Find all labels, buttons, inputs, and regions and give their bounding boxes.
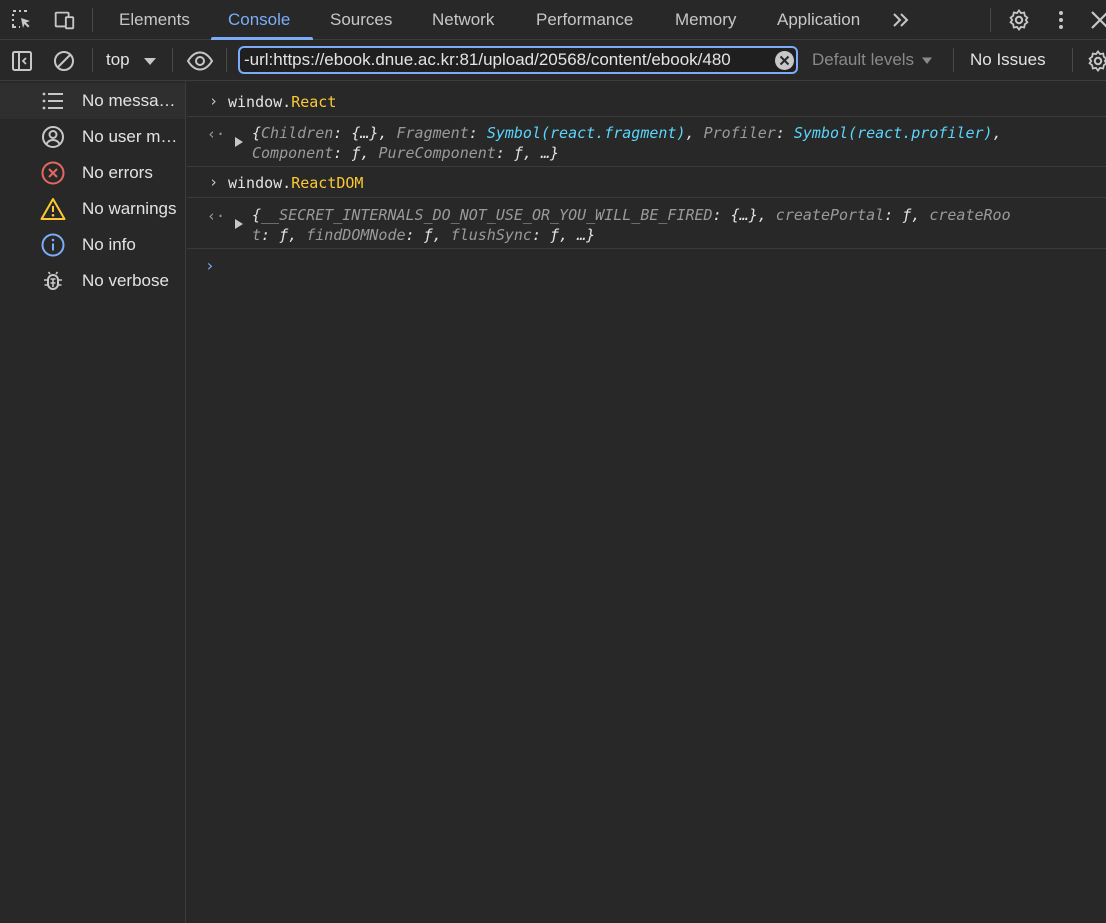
property-key: Component bbox=[252, 144, 334, 162]
property-key: Profiler bbox=[703, 124, 776, 142]
clear-console-icon[interactable] bbox=[52, 49, 76, 73]
property-key: Children bbox=[261, 124, 334, 142]
toggle-sidebar-icon[interactable] bbox=[10, 49, 34, 73]
clear-filter-icon[interactable] bbox=[775, 51, 794, 70]
punctuation: { bbox=[252, 124, 262, 142]
dropdown-arrow-icon bbox=[921, 57, 932, 64]
log-levels-label: Default levels bbox=[812, 50, 915, 69]
divider bbox=[92, 8, 93, 32]
punctuation: : ƒ, …} bbox=[531, 226, 596, 244]
punctuation: : ƒ, bbox=[261, 226, 307, 244]
property-key: Fragment bbox=[396, 124, 469, 142]
console-input-text[interactable]: window.ReactDOM bbox=[228, 174, 363, 192]
list-icon bbox=[40, 89, 66, 113]
property-key: t bbox=[252, 226, 262, 244]
info-icon bbox=[40, 233, 66, 257]
issues-counter[interactable]: No Issues bbox=[970, 40, 1046, 80]
console-sidebar: No messa… No user m… No errors No warnin… bbox=[0, 81, 186, 923]
sidebar-item-verbose[interactable]: No verbose bbox=[0, 263, 185, 299]
error-icon bbox=[40, 161, 66, 185]
divider bbox=[1072, 48, 1073, 72]
filter-input[interactable] bbox=[244, 48, 770, 72]
divider bbox=[953, 48, 954, 72]
sidebar-item-info[interactable]: No info bbox=[0, 227, 185, 263]
result-line[interactable]: {__SECRET_INTERNALS_DO_NOT_USE_OR_YOU_WI… bbox=[252, 206, 1011, 224]
console-output: › window.React ‹· {Children: {…}, Fragme… bbox=[187, 81, 1106, 923]
sidebar-item-label: No errors bbox=[82, 163, 153, 182]
punctuation: , bbox=[992, 124, 1002, 142]
punctuation: : bbox=[468, 124, 487, 142]
console-input-text[interactable]: window.React bbox=[228, 93, 336, 111]
property-key: __SECRET_INTERNALS_DO_NOT_USE_OR_YOU_WIL… bbox=[261, 206, 713, 224]
tab-application[interactable]: Application bbox=[777, 0, 860, 40]
result-line[interactable]: t: ƒ, findDOMNode: ƒ, flushSync: ƒ, …} bbox=[252, 226, 595, 244]
punctuation: : ƒ, bbox=[884, 206, 930, 224]
more-options-kebab-icon[interactable] bbox=[1049, 8, 1073, 32]
devtools-tab-bar: Elements Console Sources Network Perform… bbox=[0, 0, 1106, 40]
sidebar-item-label: No info bbox=[82, 235, 136, 254]
user-icon bbox=[40, 125, 66, 149]
expand-triangle-icon[interactable] bbox=[235, 137, 243, 147]
punctuation: : {…}, bbox=[712, 206, 776, 224]
console-prompt-chevron-icon[interactable]: › bbox=[205, 256, 215, 275]
sidebar-item-label: No messa… bbox=[82, 91, 176, 110]
tab-performance[interactable]: Performance bbox=[536, 0, 633, 40]
filter-input-container bbox=[238, 46, 798, 74]
return-arrow-icon: ‹· bbox=[207, 207, 226, 225]
sidebar-item-label: No verbose bbox=[82, 271, 169, 290]
sidebar-item-warnings[interactable]: No warnings bbox=[0, 191, 185, 227]
symbol-value: Symbol(react.fragment) bbox=[486, 124, 686, 142]
live-expression-eye-icon[interactable] bbox=[186, 49, 214, 73]
divider bbox=[92, 48, 93, 72]
console-result-row: ‹· {Children: {…}, Fragment: Symbol(reac… bbox=[187, 117, 1106, 167]
divider bbox=[172, 48, 173, 72]
console-input-row: › window.ReactDOM bbox=[187, 168, 1106, 198]
punctuation: : ƒ, bbox=[405, 226, 451, 244]
return-arrow-icon: ‹· bbox=[207, 125, 226, 143]
sidebar-item-label: No user m… bbox=[82, 127, 178, 146]
punctuation: { bbox=[252, 206, 262, 224]
divider bbox=[226, 48, 227, 72]
tab-console[interactable]: Console bbox=[228, 0, 290, 40]
context-selector[interactable]: top bbox=[106, 40, 130, 80]
punctuation: : ƒ, bbox=[333, 144, 379, 162]
punctuation: , bbox=[685, 124, 704, 142]
tab-elements[interactable]: Elements bbox=[119, 0, 190, 40]
property-key: findDOMNode bbox=[306, 226, 406, 244]
expand-triangle-icon[interactable] bbox=[235, 219, 243, 229]
device-toolbar-icon[interactable] bbox=[52, 8, 76, 32]
warning-icon bbox=[40, 197, 66, 221]
dropdown-arrow-icon[interactable] bbox=[140, 49, 160, 73]
sidebar-item-errors[interactable]: No errors bbox=[0, 155, 185, 191]
inspect-element-icon[interactable] bbox=[10, 8, 34, 32]
input-chevron-icon: › bbox=[209, 173, 219, 191]
console-result-row: ‹· {__SECRET_INTERNALS_DO_NOT_USE_OR_YOU… bbox=[187, 198, 1106, 249]
result-line[interactable]: {Children: {…}, Fragment: Symbol(react.f… bbox=[252, 124, 1002, 142]
input-chevron-icon: › bbox=[209, 92, 219, 110]
console-input-row: › window.React bbox=[187, 88, 1106, 117]
property-key: createPortal bbox=[775, 206, 885, 224]
console-toolbar: top Default levels No Issues bbox=[0, 40, 1106, 81]
console-settings-gear-icon[interactable] bbox=[1086, 49, 1106, 73]
punctuation: : ƒ, …} bbox=[495, 144, 560, 162]
close-devtools-icon[interactable] bbox=[1088, 8, 1106, 32]
bug-icon bbox=[40, 269, 66, 293]
tab-sources[interactable]: Sources bbox=[330, 0, 392, 40]
more-tabs-chevron-icon[interactable] bbox=[889, 8, 913, 32]
sidebar-item-user-messages[interactable]: No user m… bbox=[0, 119, 185, 155]
result-line[interactable]: Component: ƒ, PureComponent: ƒ, …} bbox=[252, 144, 559, 162]
punctuation: : bbox=[775, 124, 794, 142]
property-key: PureComponent bbox=[378, 144, 496, 162]
divider bbox=[990, 8, 991, 32]
log-levels-dropdown[interactable]: Default levels bbox=[812, 40, 933, 80]
punctuation: : {…}, bbox=[333, 124, 397, 142]
sidebar-item-label: No warnings bbox=[82, 199, 177, 218]
tab-memory[interactable]: Memory bbox=[675, 0, 736, 40]
settings-gear-icon[interactable] bbox=[1007, 8, 1031, 32]
property-key: flushSync bbox=[450, 226, 532, 244]
tab-network[interactable]: Network bbox=[432, 0, 494, 40]
sidebar-item-messages[interactable]: No messa… bbox=[0, 83, 185, 119]
property-key: createRoo bbox=[929, 206, 1011, 224]
symbol-value: Symbol(react.profiler) bbox=[793, 124, 993, 142]
